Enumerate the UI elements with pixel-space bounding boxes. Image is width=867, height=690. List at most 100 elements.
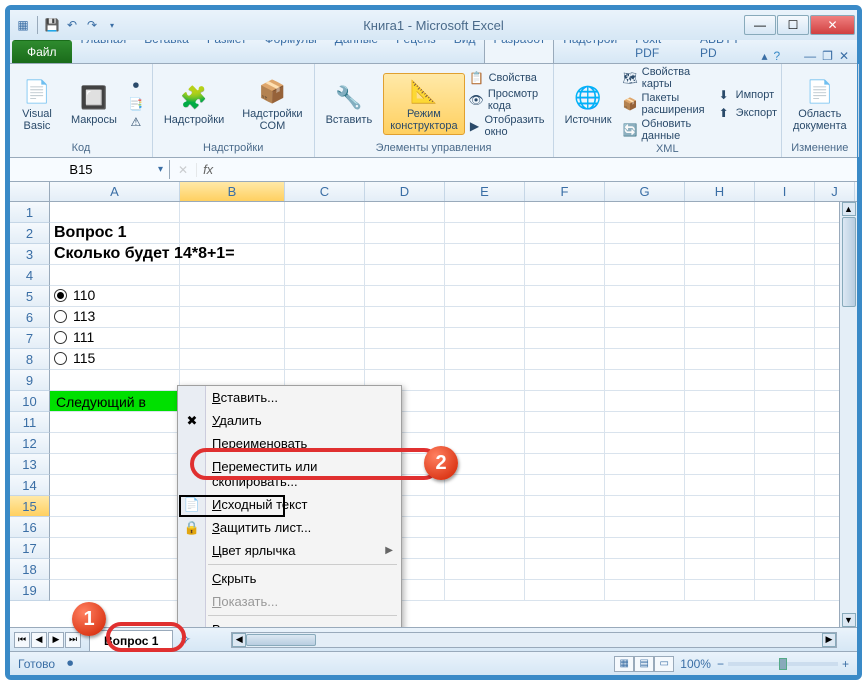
cell-H19[interactable]: [685, 580, 755, 601]
scroll-down-icon[interactable]: ▼: [842, 613, 856, 627]
row-header-18[interactable]: 18: [10, 559, 50, 580]
cell-A9[interactable]: [50, 370, 180, 391]
tab-nav-first-icon[interactable]: ⏮: [14, 632, 30, 648]
ribbon-small-item[interactable]: ⚠: [128, 114, 148, 130]
vertical-scrollbar[interactable]: ▲ ▼: [839, 202, 857, 627]
undo-icon[interactable]: ↶: [63, 16, 81, 34]
cell-A12[interactable]: [50, 433, 180, 454]
cell-I18[interactable]: [755, 559, 815, 580]
cell-A2[interactable]: Вопрос 1: [50, 223, 180, 244]
scroll-left-icon[interactable]: ◀: [232, 633, 246, 647]
cell-D1[interactable]: [365, 202, 445, 223]
cell-E14[interactable]: [445, 475, 525, 496]
cell-G4[interactable]: [605, 265, 685, 286]
cell-G13[interactable]: [605, 454, 685, 475]
tab-nav-next-icon[interactable]: ▶: [48, 632, 64, 648]
cell-H2[interactable]: [685, 223, 755, 244]
row-header-17[interactable]: 17: [10, 538, 50, 559]
col-header-F[interactable]: F: [525, 182, 605, 201]
col-header-E[interactable]: E: [445, 182, 525, 201]
context-menu-item[interactable]: Переместить или скопировать...: [178, 455, 401, 493]
view-layout-icon[interactable]: ▤: [634, 656, 654, 672]
cell-I12[interactable]: [755, 433, 815, 454]
cell-H11[interactable]: [685, 412, 755, 433]
cell-C1[interactable]: [285, 202, 365, 223]
cell-I15[interactable]: [755, 496, 815, 517]
doc-panel-button[interactable]: 📄Область документа: [786, 73, 854, 135]
maximize-button[interactable]: ☐: [777, 15, 809, 35]
cell-B5[interactable]: [180, 286, 285, 307]
cell-G1[interactable]: [605, 202, 685, 223]
ribbon-small-item[interactable]: ⬆Экспорт: [716, 105, 777, 121]
cell-E15[interactable]: [445, 496, 525, 517]
cell-E1[interactable]: [445, 202, 525, 223]
cell-G16[interactable]: [605, 517, 685, 538]
cell-D5[interactable]: [365, 286, 445, 307]
doc-close-icon[interactable]: ✕: [839, 49, 849, 63]
context-menu-item[interactable]: Переименовать: [178, 432, 401, 455]
cell-H12[interactable]: [685, 433, 755, 454]
cell-F16[interactable]: [525, 517, 605, 538]
col-header-B[interactable]: B: [180, 182, 285, 201]
context-menu-item[interactable]: 🔒Защитить лист...: [178, 516, 401, 539]
col-header-H[interactable]: H: [685, 182, 755, 201]
redo-icon[interactable]: ↷: [83, 16, 101, 34]
cell-F15[interactable]: [525, 496, 605, 517]
cell-D7[interactable]: [365, 328, 445, 349]
cell-C5[interactable]: [285, 286, 365, 307]
cell-G6[interactable]: [605, 307, 685, 328]
cell-E3[interactable]: [445, 244, 525, 265]
context-menu-item[interactable]: 📄Исходный текст: [178, 493, 401, 516]
col-header-D[interactable]: D: [365, 182, 445, 201]
cell-F4[interactable]: [525, 265, 605, 286]
cell-F3[interactable]: [525, 244, 605, 265]
doc-restore-icon[interactable]: ❐: [822, 49, 833, 63]
macros-button[interactable]: 🔲Макросы: [64, 79, 124, 129]
row-header-12[interactable]: 12: [10, 433, 50, 454]
tab-nav-prev-icon[interactable]: ◀: [31, 632, 47, 648]
cell-F13[interactable]: [525, 454, 605, 475]
cell-E12[interactable]: [445, 433, 525, 454]
cell-A5[interactable]: 110: [50, 286, 180, 307]
view-normal-icon[interactable]: ▦: [614, 656, 634, 672]
ribbon-small-item[interactable]: 🔄Обновить данные: [623, 118, 706, 142]
radio-option[interactable]: 111: [54, 329, 175, 345]
view-pagebreak-icon[interactable]: ▭: [654, 656, 674, 672]
cell-A13[interactable]: [50, 454, 180, 475]
xml-source-button[interactable]: 🌐Источник: [558, 79, 619, 129]
cell-I9[interactable]: [755, 370, 815, 391]
ribbon-small-item[interactable]: 🗺Свойства карты: [623, 66, 706, 90]
cell-H16[interactable]: [685, 517, 755, 538]
zoom-level[interactable]: 100%: [680, 657, 711, 671]
cell-I6[interactable]: [755, 307, 815, 328]
cell-A15[interactable]: [50, 496, 180, 517]
cell-E17[interactable]: [445, 538, 525, 559]
cell-A7[interactable]: 111: [50, 328, 180, 349]
cell-E2[interactable]: [445, 223, 525, 244]
cell-A17[interactable]: [50, 538, 180, 559]
row-header-10[interactable]: 10: [10, 391, 50, 412]
cell-B2[interactable]: [180, 223, 285, 244]
cell-B7[interactable]: [180, 328, 285, 349]
sheet-tab-vopros1[interactable]: Вопрос 1: [89, 630, 173, 651]
cell-H7[interactable]: [685, 328, 755, 349]
cell-G3[interactable]: [605, 244, 685, 265]
cell-G9[interactable]: [605, 370, 685, 391]
cell-F12[interactable]: [525, 433, 605, 454]
help-icon[interactable]: ?: [773, 49, 780, 63]
row-header-13[interactable]: 13: [10, 454, 50, 475]
cell-G12[interactable]: [605, 433, 685, 454]
close-button[interactable]: ✕: [810, 15, 855, 35]
row-header-14[interactable]: 14: [10, 475, 50, 496]
cell-G15[interactable]: [605, 496, 685, 517]
name-box-input[interactable]: [10, 160, 152, 179]
design-mode-button[interactable]: 📐Режим конструктора: [383, 73, 464, 135]
insert-control-button[interactable]: 🔧Вставить: [319, 79, 380, 129]
tab-nav-last-icon[interactable]: ⏭: [65, 632, 81, 648]
cell-I13[interactable]: [755, 454, 815, 475]
col-header-A[interactable]: A: [50, 182, 180, 201]
cell-B6[interactable]: [180, 307, 285, 328]
fx-label[interactable]: fx: [197, 162, 219, 177]
name-box[interactable]: ▾: [10, 160, 170, 179]
cell-B8[interactable]: [180, 349, 285, 370]
